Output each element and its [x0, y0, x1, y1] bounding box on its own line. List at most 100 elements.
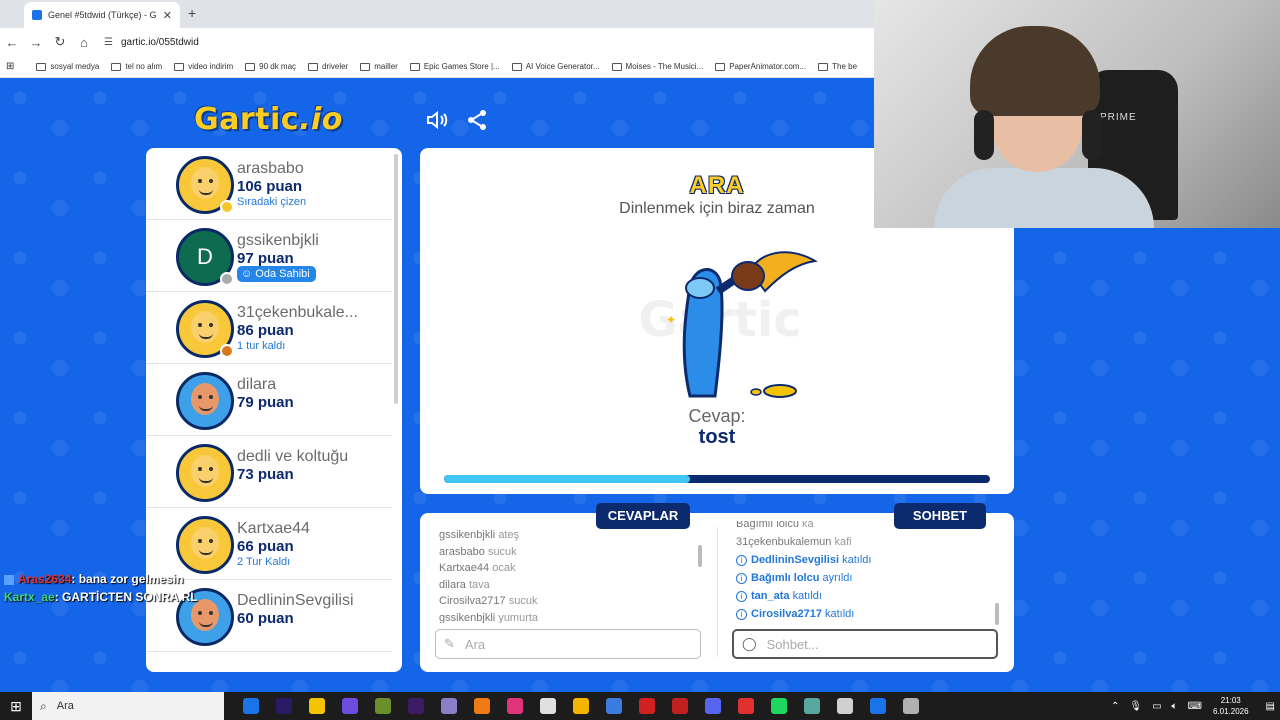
player-avatar: [176, 444, 234, 502]
keyboard-icon[interactable]: ⌨︎: [1188, 701, 1202, 712]
answers-list: gssikenbjkli ateş arasbabo sucuk Kartxae44…: [439, 527, 699, 623]
bookmark-item[interactable]: 90 dk maç: [245, 62, 296, 71]
taskbar-app-icon[interactable]: [671, 698, 688, 714]
chat-input[interactable]: [766, 636, 967, 652]
taskbar-app-icon[interactable]: [539, 698, 556, 714]
answer-input[interactable]: [464, 636, 665, 652]
stream-chat-overlay: Aras2634: bana zor gelmesin Kartx_ae: GAR…: [4, 570, 198, 606]
folder-icon: [308, 62, 319, 71]
taskbar-app-icon[interactable]: [242, 698, 259, 714]
player-row[interactable]: arasbabo 106 puan Sıradaki çizen: [146, 148, 392, 220]
bookmark-item[interactable]: Moises - The Musici...: [611, 62, 703, 71]
player-score: 73 puan: [237, 466, 294, 483]
answer-input-box[interactable]: ✎: [435, 629, 701, 659]
browser-tab[interactable]: Genel #5tdwid (Türkçe) - G ✕: [24, 2, 180, 28]
folder-icon: [818, 62, 829, 71]
headphones-right: [1082, 110, 1102, 160]
taskbar-app-icon[interactable]: [308, 698, 325, 714]
network-icon[interactable]: ▭: [1152, 701, 1161, 712]
player-name: Kartxae44: [237, 520, 310, 537]
taskbar-app-icon[interactable]: [473, 698, 490, 714]
player-status-dot: [220, 344, 234, 358]
url-field[interactable]: ☰ gartic.io/055tdwid: [104, 37, 199, 48]
round-progress-fill: [444, 475, 690, 483]
taskbar-app-icon[interactable]: [605, 698, 622, 714]
player-row[interactable]: 31çekenbukale... 86 puan 1 tur kaldı: [146, 292, 392, 364]
folder-icon: [111, 62, 122, 71]
player-score: 86 puan: [237, 322, 294, 339]
twitch-icon: [4, 574, 14, 585]
bookmark-item[interactable]: tel no alım: [111, 62, 162, 71]
bookmark-label: Epic Games Store |...: [423, 62, 500, 71]
bookmark-label: PaperAnimator.com...: [729, 62, 807, 71]
taskbar-app-icon[interactable]: [275, 698, 292, 714]
clock-date: 6.01.2026: [1212, 707, 1249, 716]
player-row[interactable]: dilara 79 puan: [146, 364, 392, 436]
answer-word: tost: [698, 426, 736, 448]
player-name: 31çekenbukale...: [237, 304, 358, 321]
overlay-chat-line: Aras2634: bana zor gelmesin: [4, 570, 198, 588]
player-score: 106 puan: [237, 178, 303, 195]
folder-icon: [36, 62, 47, 71]
taskbar-app-icon[interactable]: [770, 698, 787, 714]
answers-chat-panel: CEVAPLAR SOHBET gssikenbjkli ateş arasbab…: [420, 503, 1014, 672]
folder-icon: [360, 62, 371, 71]
folder-icon: [245, 62, 256, 71]
sound-icon[interactable]: [424, 108, 450, 134]
chat-scrollbar[interactable]: [995, 603, 999, 625]
room-owner-badge: ☺ Oda Sahibi: [237, 266, 316, 282]
bookmark-item[interactable]: The be: [818, 62, 857, 71]
bookmark-item[interactable]: Epic Games Store |...: [409, 62, 500, 71]
back-icon[interactable]: ←: [0, 35, 24, 50]
panel-divider: [717, 527, 718, 657]
bookmarks-bar: ⊞ sosyal medya tel no alım video indirim 90…: [0, 56, 874, 78]
share-icon[interactable]: [464, 108, 490, 134]
bookmark-item[interactable]: video indirim: [174, 62, 233, 71]
answers-scrollbar[interactable]: [698, 545, 702, 567]
reload-icon[interactable]: ↻: [48, 34, 72, 50]
headphones-left: [974, 110, 994, 160]
taskbar-app-icon[interactable]: [803, 698, 820, 714]
streamer-shirt: [934, 168, 1154, 228]
taskbar-app-icon[interactable]: [572, 698, 589, 714]
player-row[interactable]: dedli ve koltuğu 73 puan: [146, 436, 392, 508]
home-icon[interactable]: ⌂: [72, 35, 96, 50]
volume-icon[interactable]: 🔈︎: [1172, 701, 1178, 712]
taskbar-app-icon[interactable]: [407, 698, 424, 714]
windows-start-icon[interactable]: ⊞: [0, 698, 32, 715]
bookmark-item[interactable]: driveler: [308, 62, 348, 71]
taskbar-clock[interactable]: 21:03 6.01.2026: [1213, 695, 1249, 717]
taskbar-app-icon[interactable]: [836, 698, 853, 714]
bookmark-label: tel no alım: [125, 62, 163, 71]
bookmark-item[interactable]: mailler: [360, 62, 398, 71]
search-icon: ⌕: [40, 698, 47, 713]
taskbar-app-icon[interactable]: [440, 698, 457, 714]
forward-icon[interactable]: →: [24, 35, 48, 50]
taskbar-app-icon[interactable]: [374, 698, 391, 714]
close-tab-icon[interactable]: ✕: [163, 9, 172, 22]
player-name: dedli ve koltuğu: [237, 448, 349, 465]
new-tab-button[interactable]: +: [188, 5, 196, 21]
bookmark-item[interactable]: sosyal medya: [36, 62, 99, 71]
taskbar-app-icon[interactable]: [341, 698, 358, 714]
chevron-up-icon[interactable]: ⌃: [1111, 701, 1119, 712]
taskbar-app-icon[interactable]: [737, 698, 754, 714]
taskbar-app-icon[interactable]: [704, 698, 721, 714]
notification-icon[interactable]: ▤: [1266, 701, 1275, 712]
taskbar-search[interactable]: ⌕ Ara: [32, 692, 224, 720]
player-list-scrollbar[interactable]: [394, 154, 398, 404]
player-note: 2 Tur Kaldı: [237, 556, 291, 568]
info-icon: i: [736, 591, 747, 602]
answers-tab[interactable]: CEVAPLAR: [596, 503, 690, 529]
taskbar-app-icon[interactable]: [638, 698, 655, 714]
site-info-icon[interactable]: ☰: [104, 37, 113, 48]
taskbar-app-icon[interactable]: [506, 698, 523, 714]
apps-grid-icon[interactable]: ⊞: [6, 61, 14, 72]
chat-input-box[interactable]: ◯: [732, 629, 998, 659]
taskbar-app-icon[interactable]: [869, 698, 886, 714]
microphone-icon[interactable]: 🎙︎: [1129, 701, 1142, 712]
bookmark-item[interactable]: PaperAnimator.com...: [715, 62, 806, 71]
player-note: Sıradaki çizen: [237, 196, 307, 208]
bookmark-item[interactable]: AI Voice Generator...: [511, 62, 600, 71]
taskbar-app-icon[interactable]: [902, 698, 919, 714]
